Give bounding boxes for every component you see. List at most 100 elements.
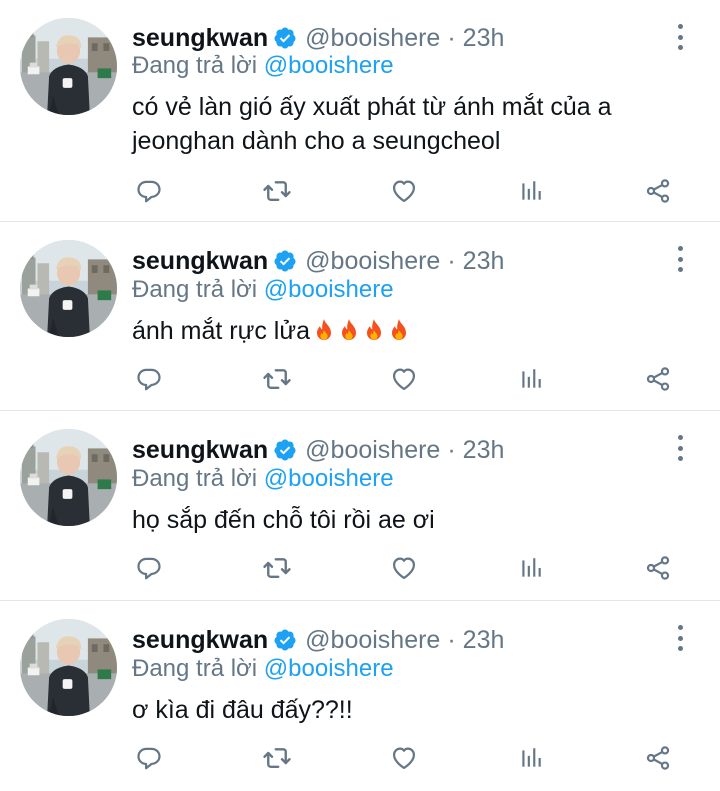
avatar-photo: [20, 18, 117, 115]
reply-button[interactable]: [134, 743, 164, 773]
tweet-header: seungkwan @booishere · 23h: [132, 624, 660, 656]
avatar[interactable]: [20, 240, 117, 337]
tweet-actions: [0, 743, 720, 773]
stats-button[interactable]: [516, 176, 546, 206]
share-button[interactable]: [643, 743, 673, 773]
display-name[interactable]: seungkwan: [132, 24, 268, 53]
retweet-button[interactable]: [262, 743, 292, 773]
separator-dot: ·: [447, 435, 456, 464]
verified-badge-icon: [273, 249, 297, 273]
replying-to-label: Đang trả lời: [132, 276, 258, 303]
stats-button[interactable]: [516, 364, 546, 394]
replying-to: Đang trả lời @booishere: [132, 655, 394, 683]
verified-badge-icon: [273, 628, 297, 652]
replying-to: Đang trả lời @booishere: [132, 276, 394, 304]
tweet[interactable]: seungkwan @booishere · 23h Đang trả lời …: [0, 411, 720, 601]
replying-to-label: Đang trả lời: [132, 52, 258, 79]
user-handle[interactable]: @booishere: [305, 247, 440, 276]
separator-dot: ·: [447, 246, 456, 275]
tweet[interactable]: seungkwan @booishere · 23h Đang trả lời …: [0, 222, 720, 411]
display-name[interactable]: seungkwan: [132, 626, 268, 655]
more-vertical-icon[interactable]: [670, 24, 690, 50]
more-vertical-icon[interactable]: [670, 435, 690, 461]
retweet-icon: [262, 176, 292, 206]
avatar-photo: [20, 619, 117, 716]
separator-dot: ·: [447, 23, 456, 52]
user-handle[interactable]: @booishere: [305, 24, 440, 53]
user-handle[interactable]: @booishere: [305, 436, 440, 465]
avatar[interactable]: [20, 429, 117, 526]
fire-emoji: [387, 318, 411, 344]
like-icon: [390, 744, 418, 772]
timestamp[interactable]: 23h: [463, 24, 505, 53]
stats-icon: [518, 178, 544, 204]
replying-to-handle[interactable]: @booishere: [264, 52, 394, 79]
retweet-button[interactable]: [262, 553, 292, 583]
reply-icon: [135, 177, 163, 205]
tweet-text: ơ kìa đi đâu đấy??!!: [132, 696, 353, 724]
tweet-actions: [0, 176, 720, 206]
retweet-button[interactable]: [262, 176, 292, 206]
retweet-icon: [262, 364, 292, 394]
more-vertical-icon[interactable]: [670, 246, 690, 272]
retweet-icon: [262, 743, 292, 773]
stats-button[interactable]: [516, 743, 546, 773]
replying-to: Đang trả lời @booishere: [132, 465, 394, 493]
verified-badge-icon: [273, 438, 297, 462]
share-button[interactable]: [643, 364, 673, 394]
timestamp[interactable]: 23h: [463, 436, 505, 465]
display-name[interactable]: seungkwan: [132, 247, 268, 276]
tweet-text: có vẻ làn gió ấy xuất phát từ ánh mắt củ…: [132, 93, 612, 155]
like-button[interactable]: [389, 364, 419, 394]
stats-button[interactable]: [516, 553, 546, 583]
avatar-photo: [20, 429, 117, 526]
more-vertical-icon[interactable]: [670, 625, 690, 651]
fire-emoji: [362, 318, 386, 344]
reply-button[interactable]: [134, 364, 164, 394]
like-icon: [390, 554, 418, 582]
share-icon: [644, 554, 672, 582]
replying-to-label: Đang trả lời: [132, 655, 258, 682]
stats-icon: [518, 366, 544, 392]
avatar[interactable]: [20, 619, 117, 716]
tweet-feed: seungkwan @booishere · 23h Đang trả lời …: [0, 0, 720, 791]
timestamp[interactable]: 23h: [463, 247, 505, 276]
replying-to-handle[interactable]: @booishere: [264, 655, 394, 682]
share-button[interactable]: [643, 553, 673, 583]
tweet-header: seungkwan @booishere · 23h: [132, 434, 660, 466]
user-handle[interactable]: @booishere: [305, 626, 440, 655]
tweet[interactable]: seungkwan @booishere · 23h Đang trả lời …: [0, 601, 720, 791]
share-icon: [644, 744, 672, 772]
timestamp[interactable]: 23h: [463, 626, 505, 655]
fire-emoji-group: [312, 318, 412, 344]
replying-to-handle[interactable]: @booishere: [264, 276, 394, 303]
reply-button[interactable]: [134, 176, 164, 206]
share-icon: [644, 365, 672, 393]
display-name[interactable]: seungkwan: [132, 436, 268, 465]
fire-emoji: [337, 318, 361, 344]
like-button[interactable]: [389, 176, 419, 206]
share-icon: [644, 177, 672, 205]
avatar[interactable]: [20, 18, 117, 115]
reply-icon: [135, 554, 163, 582]
avatar-photo: [20, 240, 117, 337]
retweet-button[interactable]: [262, 364, 292, 394]
verified-badge-icon: [273, 26, 297, 50]
replying-to-handle[interactable]: @booishere: [264, 465, 394, 492]
share-button[interactable]: [643, 176, 673, 206]
tweet-text-content: ánh mắt rực lửa: [132, 317, 310, 345]
like-button[interactable]: [389, 553, 419, 583]
stats-icon: [518, 555, 544, 581]
tweet-header: seungkwan @booishere · 23h: [132, 245, 660, 277]
replying-to-label: Đang trả lời: [132, 465, 258, 492]
reply-icon: [135, 744, 163, 772]
separator-dot: ·: [447, 625, 456, 654]
like-button[interactable]: [389, 743, 419, 773]
reply-button[interactable]: [134, 553, 164, 583]
tweet-header: seungkwan @booishere · 23h: [132, 22, 660, 54]
reply-icon: [135, 365, 163, 393]
tweet-actions: [0, 553, 720, 583]
tweet[interactable]: seungkwan @booishere · 23h Đang trả lời …: [0, 0, 720, 222]
tweet-actions: [0, 364, 720, 394]
like-icon: [390, 177, 418, 205]
